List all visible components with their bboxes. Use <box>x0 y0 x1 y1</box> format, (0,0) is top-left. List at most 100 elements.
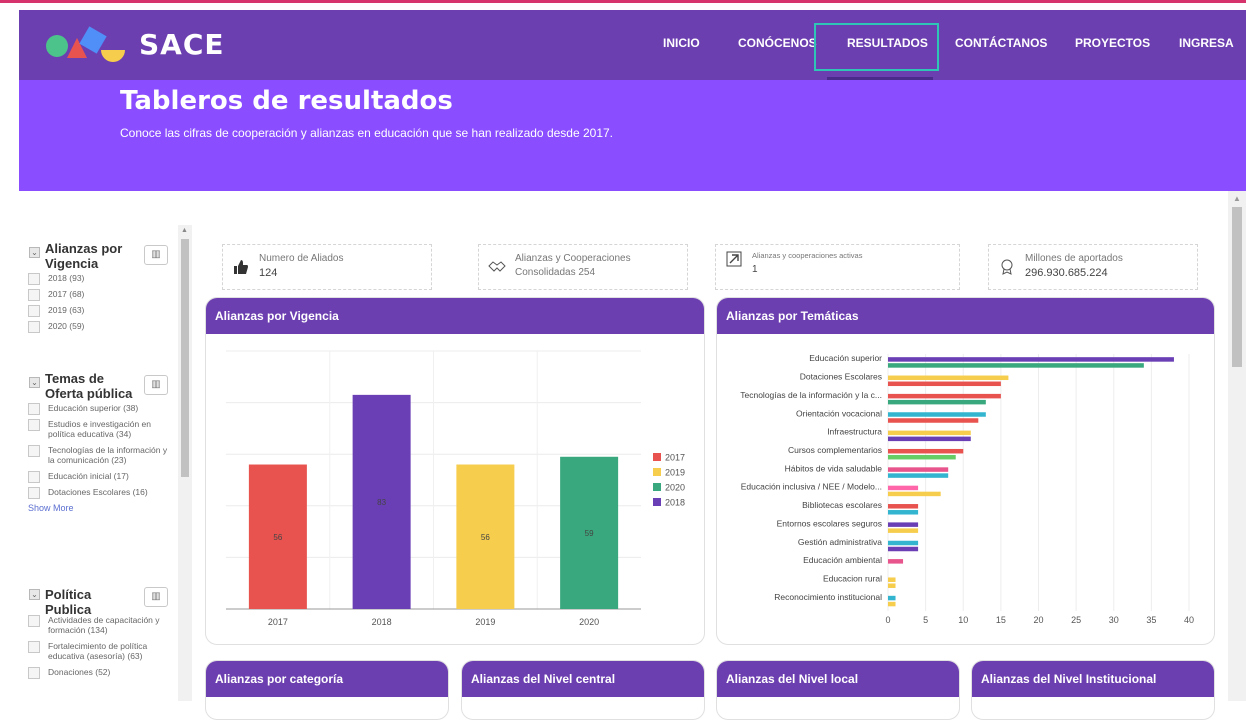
filter-option[interactable]: Donaciones (52) <box>28 667 175 679</box>
kpi-aliados: Numero de Aliados 124 <box>222 244 432 290</box>
filter-option[interactable]: Educación inicial (17) <box>28 471 175 483</box>
bar <box>888 467 949 472</box>
nav-proyectos[interactable]: PROYECTOS <box>1075 36 1150 50</box>
sidebar-scrollbar[interactable]: ▲ <box>178 225 192 701</box>
y-tick-label: Gestión administrativa <box>798 537 882 547</box>
x-tick-label: 40 <box>1184 615 1194 625</box>
kpi-alianzas: Alianzas y Cooperaciones Consolidadas 254 <box>478 244 688 290</box>
y-tick-label: Hábitos de vida saludable <box>785 463 883 473</box>
kpi-value: 1 <box>752 264 758 275</box>
collapse-icon[interactable]: ⌄ <box>29 377 40 388</box>
scroll-thumb[interactable] <box>181 239 189 477</box>
nav-ingresa[interactable]: INGRESA <box>1179 36 1234 50</box>
nav-contactanos[interactable]: CONTÁCTANOS <box>955 36 1047 50</box>
filter-option[interactable]: Tecnologías de la información y la comun… <box>28 445 175 465</box>
collapse-icon[interactable]: ⌄ <box>29 247 40 258</box>
nav-conocenos[interactable]: CONÓCENOS <box>738 36 817 50</box>
bar <box>888 559 904 564</box>
hero-banner: Tableros de resultados Conoce las cifras… <box>19 80 1246 191</box>
card-alianzas-categoria: Alianzas por categoría <box>205 660 449 720</box>
card-alianzas-tematicas: Alianzas por Temáticas 0 5 10 15 20 25 30 35 40 E… <box>716 297 1215 645</box>
checkbox[interactable] <box>28 403 40 415</box>
scroll-up-icon[interactable]: ▲ <box>181 227 188 234</box>
checkbox[interactable] <box>28 419 40 431</box>
filter-option[interactable]: 2019 (63) <box>28 305 175 317</box>
navbar: SACE INICIO CONÓCENOS RESULTADOS CONTÁCT… <box>19 10 1246 80</box>
collapse-icon[interactable]: ⌄ <box>29 589 40 600</box>
bar <box>888 601 896 607</box>
bar <box>888 381 1001 387</box>
x-tick-label: 15 <box>996 615 1006 625</box>
checkbox[interactable] <box>28 305 40 317</box>
filter-option[interactable]: 2017 (68) <box>28 289 175 301</box>
card-nivel-institucional: Alianzas del Nivel Institucional <box>971 660 1215 720</box>
filter-option[interactable]: Fortalecimiento de política educativa (a… <box>28 641 175 661</box>
kpi-value: 296.930.685.224 <box>1025 267 1108 279</box>
bar <box>888 448 964 454</box>
checkbox[interactable] <box>28 321 40 333</box>
bar <box>888 595 896 601</box>
card-title: Alianzas del Nivel central <box>462 661 704 697</box>
bar-chart-icon[interactable]: ▥ <box>144 245 168 265</box>
x-tick-label: 2019 <box>475 617 495 627</box>
y-tick-label: Infraestructura <box>827 427 882 437</box>
checkbox[interactable] <box>28 273 40 285</box>
top-accent-line <box>0 0 1246 3</box>
filter-group-vigencia: ⌄ Alianzas por Vigencia ▥ 2018 (93) 2017… <box>25 233 175 337</box>
filter-option[interactable]: 2020 (59) <box>28 321 175 333</box>
y-tick-label: Educacion rural <box>823 573 882 583</box>
tematicas-bar-chart: 0 5 10 15 20 25 30 35 40 Educación superior Dotaci… <box>740 353 1194 625</box>
bar-chart-icon[interactable]: ▥ <box>144 375 168 395</box>
filter-option[interactable]: Estudios e investigación en política edu… <box>28 419 175 439</box>
filter-group-temas: ⌄ Temas de Oferta pública ▥ Educación su… <box>25 363 175 513</box>
filter-option[interactable]: Educación superior (38) <box>28 403 175 415</box>
card-title: Alianzas por Vigencia <box>206 298 704 334</box>
checkbox[interactable] <box>28 615 40 627</box>
kpi-label: Alianzas y cooperaciones activas <box>752 251 863 260</box>
bar <box>888 485 919 491</box>
y-tick-label: Educación inclusiva / NEE / Modelo... <box>741 482 882 492</box>
y-tick-label: Cursos complementarios <box>788 445 882 455</box>
bar <box>888 522 919 527</box>
filter-option[interactable]: 2018 (93) <box>28 273 175 285</box>
scroll-up-icon[interactable]: ▲ <box>1233 194 1241 203</box>
bar-data-label: 83 <box>377 498 386 507</box>
checkbox[interactable] <box>28 487 40 499</box>
show-more-link[interactable]: Show More <box>28 503 175 513</box>
nav-inicio[interactable]: INICIO <box>663 36 700 50</box>
scroll-thumb[interactable] <box>1232 207 1242 367</box>
legend-label: 2017 <box>665 453 685 463</box>
bar <box>888 430 971 436</box>
x-tick-label: 10 <box>958 615 968 625</box>
bar <box>888 418 979 423</box>
bar-chart-icon[interactable]: ▥ <box>144 587 168 607</box>
page-scrollbar[interactable]: ▲ <box>1228 191 1246 701</box>
card-title: Alianzas por categoría <box>206 661 448 697</box>
bar <box>888 491 941 497</box>
nav-resultados[interactable]: RESULTADOS <box>847 36 928 50</box>
bar-data-label: 56 <box>273 533 282 542</box>
filter-option[interactable]: Dotaciones Escolares (16) <box>28 487 175 499</box>
bar <box>888 540 919 546</box>
x-tick-label: 2017 <box>268 617 288 627</box>
checkbox[interactable] <box>28 471 40 483</box>
kpi-value: Consolidadas 254 <box>515 267 596 278</box>
bar <box>888 357 1174 362</box>
kpi-label: Alianzas y Cooperaciones <box>515 253 631 264</box>
bar <box>888 436 971 442</box>
checkbox[interactable] <box>28 445 40 457</box>
checkbox[interactable] <box>28 289 40 301</box>
filter-option[interactable]: Actividades de capacitación y formación … <box>28 615 175 635</box>
bar <box>888 473 949 478</box>
logo-text: SACE <box>139 28 225 61</box>
bar <box>888 393 1001 399</box>
bar <box>888 412 986 417</box>
y-tick-label: Tecnologías de la información y la c... <box>740 390 882 400</box>
checkbox[interactable] <box>28 667 40 679</box>
logo[interactable]: SACE <box>43 22 224 68</box>
card-title: Alianzas del Nivel local <box>717 661 959 697</box>
y-tick-label: Bibliotecas escolares <box>802 500 882 510</box>
checkbox[interactable] <box>28 641 40 653</box>
y-tick-label: Reconocimiento institucional <box>774 592 882 602</box>
card-title: Alianzas por Temáticas <box>717 298 1214 334</box>
